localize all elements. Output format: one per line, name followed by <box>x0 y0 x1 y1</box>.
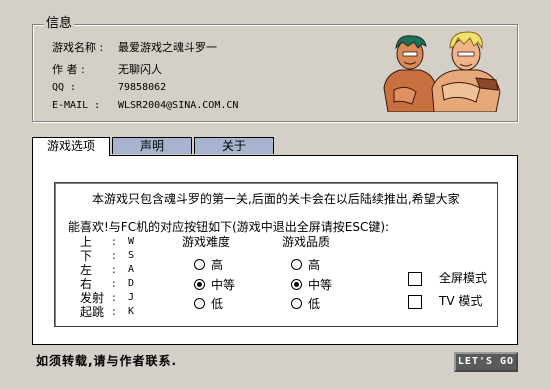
quality-medium-radio[interactable] <box>291 279 302 290</box>
key-colon: : <box>112 277 116 290</box>
author-label: 作 者 : <box>52 63 85 76</box>
author-value: 无聊闪人 <box>118 63 162 76</box>
key-value-down: S <box>128 250 135 261</box>
info-legend: 信息 <box>44 16 75 32</box>
key-colon: : <box>112 291 116 304</box>
difficulty-title: 游戏难度 <box>182 235 231 249</box>
difficulty-medium-label[interactable]: 中等 <box>211 278 235 292</box>
qq-value: 79858062 <box>118 82 167 93</box>
key-action-fire: 发射 <box>80 291 105 305</box>
repost-notice: 如须转载,请与作者联系. <box>36 354 178 368</box>
key-colon: : <box>112 249 116 262</box>
qq-label: QQ : <box>52 82 77 93</box>
key-action-down: 下 <box>80 249 93 263</box>
key-colon: : <box>112 263 116 276</box>
quality-low-radio[interactable] <box>291 298 302 309</box>
intro-text-line2: 能喜欢!与FC机的对应按钮如下(游戏中退出全屏请按ESC键): <box>68 220 390 234</box>
difficulty-high-label[interactable]: 高 <box>211 258 223 272</box>
tv-mode-label[interactable]: TV 模式 <box>439 294 482 308</box>
quality-high-radio[interactable] <box>291 259 302 270</box>
tab-statement[interactable]: 声明 <box>112 137 192 154</box>
fullscreen-label[interactable]: 全屏模式 <box>439 271 487 285</box>
email-value: WLSR2004@SINA.COM.CN <box>118 100 239 111</box>
key-action-up: 上 <box>80 235 93 249</box>
difficulty-low-label[interactable]: 低 <box>211 297 223 311</box>
difficulty-medium-radio[interactable] <box>194 279 205 290</box>
email-label: E-MAIL : <box>52 100 101 111</box>
difficulty-high-radio[interactable] <box>194 259 205 270</box>
key-action-right: 右 <box>80 277 93 291</box>
game-name-value: 最爱游戏之魂斗罗一 <box>118 41 217 54</box>
tab-game-options[interactable]: 游戏选项 <box>32 137 110 156</box>
tab-about[interactable]: 关于 <box>194 137 274 154</box>
key-action-left: 左 <box>80 263 93 277</box>
key-colon: : <box>112 235 116 248</box>
quality-low-label[interactable]: 低 <box>308 297 320 311</box>
quality-high-label[interactable]: 高 <box>308 258 320 272</box>
lets-go-button[interactable]: LET'S GO <box>454 352 518 372</box>
key-value-left: A <box>128 264 135 275</box>
quality-medium-label[interactable]: 中等 <box>308 278 332 292</box>
intro-text-line1: 本游戏只包含魂斗罗的第一关,后面的关卡会在以后陆续推出,希望大家 <box>92 192 460 206</box>
game-name-label: 游戏名称 : <box>52 41 104 54</box>
key-value-up: W <box>128 236 135 247</box>
contra-heroes-image <box>383 31 501 112</box>
tv-mode-checkbox[interactable] <box>408 295 422 309</box>
fullscreen-checkbox[interactable] <box>408 272 422 286</box>
key-action-jump: 起跳 <box>80 305 105 319</box>
key-colon: : <box>112 305 116 318</box>
difficulty-low-radio[interactable] <box>194 298 205 309</box>
key-value-right: D <box>128 278 135 289</box>
key-value-fire: J <box>128 292 135 303</box>
quality-title: 游戏品质 <box>282 235 331 249</box>
key-value-jump: K <box>128 306 135 317</box>
